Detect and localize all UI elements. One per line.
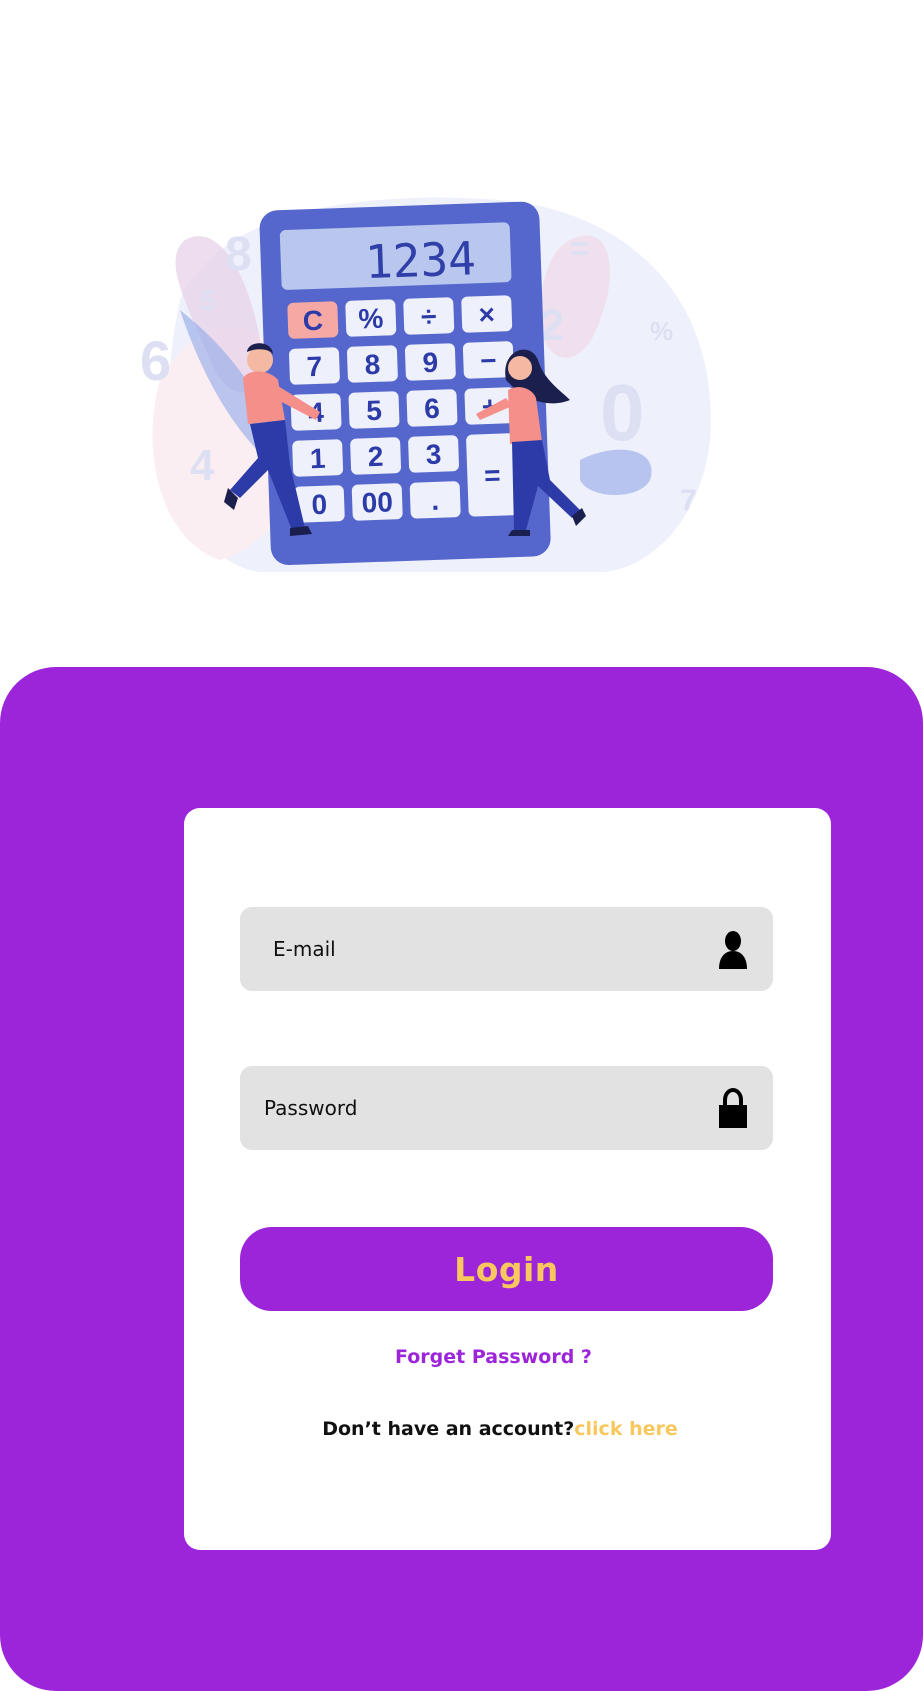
email-field[interactable] [240, 907, 773, 991]
calculator-key: . [409, 481, 461, 519]
svg-text:0: 0 [600, 368, 645, 457]
calculator-key-label: 6 [424, 393, 441, 425]
calculator-key-label: 7 [306, 351, 323, 383]
signup-link[interactable]: click here [574, 1418, 677, 1440]
calculator-key-label: ÷ [421, 301, 437, 333]
svg-text:4: 4 [190, 441, 215, 490]
calculator-key: 8 [346, 345, 398, 383]
calculator-key-label: = [484, 460, 501, 492]
calculator-key-label: 0 [311, 489, 328, 521]
lock-icon [719, 1088, 747, 1128]
calculator-key: 2 [350, 437, 402, 475]
signup-prompt: Don’t have an account?click here [240, 1418, 760, 1440]
calculator-key-label: 2 [367, 441, 384, 473]
calculator-key-label: 8 [364, 349, 381, 381]
svg-text:7: 7 [680, 484, 697, 517]
svg-text:8: 8 [225, 228, 252, 281]
password-field[interactable] [240, 1066, 773, 1150]
calculator-key-label: 3 [425, 439, 442, 471]
svg-text:%: % [650, 316, 673, 346]
calculator-key: 00 [351, 483, 403, 521]
password-input[interactable] [240, 1066, 773, 1150]
signup-prompt-text: Don’t have an account? [322, 1418, 575, 1440]
calculator-key-label: C [302, 305, 323, 337]
email-input[interactable] [240, 907, 773, 991]
calculator-key: 3 [408, 435, 459, 473]
login-button[interactable]: Login [240, 1227, 773, 1311]
calculator-key: × [461, 295, 513, 333]
calculator-key-label: 5 [366, 395, 383, 427]
svg-text:=: = [570, 230, 590, 268]
calculator-key: 1 [292, 439, 344, 477]
calculator-key: 5 [348, 391, 400, 429]
forgot-password-link[interactable]: Forget Password ? [240, 1346, 747, 1368]
calculator-key-label: % [358, 303, 384, 335]
svg-text:5: 5 [200, 285, 216, 316]
calculator-display: 1234 [364, 231, 477, 289]
calculator-key-label: 00 [361, 486, 393, 518]
calculator-key: 9 [404, 343, 456, 381]
user-icon [719, 931, 747, 969]
calculator-key: C [287, 301, 339, 339]
calculator-key: ÷ [403, 297, 455, 335]
svg-text:6: 6 [140, 329, 171, 392]
calculator-key: 6 [406, 389, 458, 427]
calculator-key-label: . [431, 485, 440, 516]
calculator-key-label: 9 [422, 347, 439, 379]
calculator-key: = [466, 433, 519, 517]
calculator-key-label: 1 [309, 443, 326, 475]
calculator-illustration: 6 4 0 2 7 5 8 = % 1234 C%÷×789−456+123=0… [140, 197, 711, 572]
calculator-key: 7 [289, 347, 340, 385]
calculator-key: % [345, 299, 397, 337]
calculator-key-label: × [478, 299, 495, 331]
calculator-key-label: − [480, 345, 497, 377]
